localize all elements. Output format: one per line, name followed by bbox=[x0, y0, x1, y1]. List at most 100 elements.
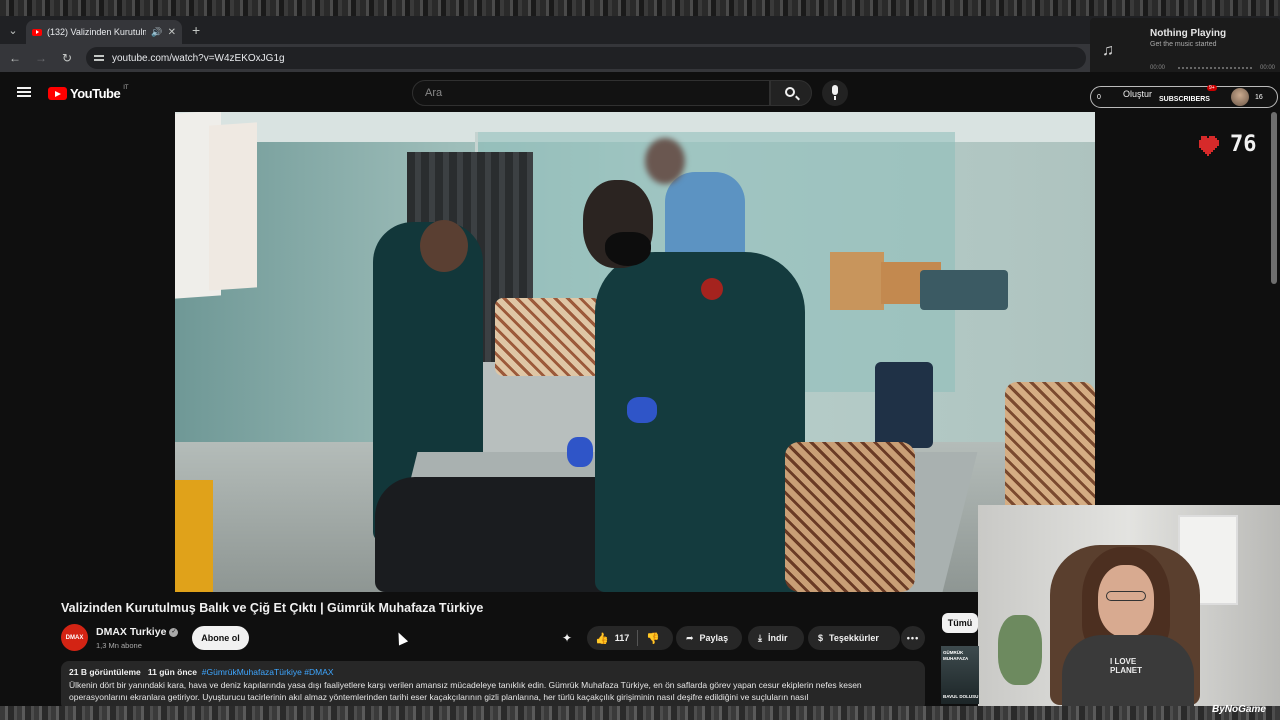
create-button[interactable]: Oluştur bbox=[1123, 89, 1152, 99]
video-scene-officer bbox=[595, 252, 805, 592]
tab-search-chevron-icon[interactable]: ⌄ bbox=[0, 24, 26, 37]
webcam-background-plant bbox=[998, 615, 1042, 685]
download-icon: ⤓ bbox=[758, 632, 762, 643]
youtube-play-logo-icon bbox=[48, 87, 67, 100]
webcam-person-face bbox=[1098, 565, 1154, 637]
channel-name-link[interactable]: DMAX Turkiye ✓ bbox=[96, 626, 179, 638]
tab-title: (132) Valizinden Kurutulmu bbox=[47, 27, 147, 37]
video-title: Valizinden Kurutulmuş Balık ve Çiğ Et Çı… bbox=[61, 601, 484, 615]
verified-check-icon: ✓ bbox=[169, 627, 179, 637]
video-scene-poster bbox=[209, 122, 257, 291]
mouse-cursor-icon bbox=[393, 630, 409, 646]
webcam-overlay: I LOVE PLANET bbox=[978, 505, 1280, 706]
voice-search-mic-icon[interactable] bbox=[822, 80, 848, 106]
music-time-current: 00:00 bbox=[1150, 65, 1166, 71]
search-icon bbox=[785, 87, 795, 97]
download-button[interactable]: ⤓ İndir bbox=[748, 626, 804, 650]
subscribers-label: SUBSCRIBERS bbox=[1159, 96, 1210, 103]
description-box[interactable]: 21 B görüntüleme 11 gün önce #GümrükMuha… bbox=[61, 661, 925, 711]
video-scene-glove bbox=[627, 397, 657, 423]
video-scene-bag bbox=[785, 442, 915, 592]
webcam-shirt-text-line2: PLANET bbox=[1110, 666, 1142, 675]
music-progress-bar bbox=[1178, 67, 1254, 69]
youtube-logo[interactable]: YouTube IT bbox=[48, 84, 129, 101]
upload-age: 11 gün önce bbox=[147, 667, 198, 677]
overlay-right-count: 16 bbox=[1255, 94, 1263, 101]
menu-hamburger-icon[interactable] bbox=[17, 87, 31, 89]
share-arrow-icon: ➦ bbox=[686, 632, 694, 643]
stream-border-top bbox=[0, 0, 1280, 16]
video-scene-suitcase bbox=[920, 270, 1008, 310]
music-note-icon: ♫ bbox=[1102, 42, 1114, 59]
ask-sparkle-icon[interactable]: ✦ bbox=[562, 631, 572, 645]
music-subtitle: Get the music started bbox=[1150, 41, 1217, 48]
video-scene-blurred-face bbox=[645, 138, 685, 184]
subscribe-button[interactable]: Abone ol bbox=[192, 626, 249, 650]
speaker-icon[interactable]: 🔊 bbox=[151, 27, 162, 38]
channel-name: DMAX Turkiye bbox=[96, 626, 167, 638]
youtube-logo-region: IT bbox=[123, 84, 129, 91]
webcam-person-glasses bbox=[1106, 591, 1146, 601]
thumbnail-text: GÜMRÜK bbox=[943, 650, 964, 655]
stream-side-panel bbox=[1095, 112, 1280, 504]
streamer-watermark: ByNoGame bbox=[1212, 704, 1266, 715]
thumbnail-text: MUHAFAZA bbox=[943, 656, 969, 661]
share-button[interactable]: ➦ Paylaş bbox=[676, 626, 742, 650]
channel-avatar[interactable]: DMAX bbox=[61, 624, 88, 651]
reload-icon[interactable]: ↻ bbox=[60, 51, 74, 65]
more-actions-button[interactable]: ••• bbox=[901, 626, 925, 650]
screen: ⌄ (132) Valizinden Kurutulmu 🔊 ✕ + ← → ↻… bbox=[0, 0, 1280, 720]
description-text: Ülkenin dört bir yanındaki kara, hava ve… bbox=[69, 680, 862, 702]
channel-subscriber-count: 1,3 Mn abone bbox=[96, 641, 142, 650]
video-scene-mask bbox=[605, 232, 651, 266]
description-stats: 21 B görüntüleme 11 gün önce #GümrükMuha… bbox=[69, 667, 917, 677]
music-time-total: 00:00 bbox=[1260, 65, 1276, 71]
search-input[interactable]: Ara bbox=[412, 80, 770, 106]
view-count: 21 B görüntüleme bbox=[69, 667, 141, 677]
subscriber-overlay: 0 Oluştur SUBSCRIBERS 9+ 16 bbox=[1090, 85, 1278, 108]
overlay-left-count: 0 bbox=[1097, 94, 1101, 101]
forward-arrow-icon[interactable]: → bbox=[34, 51, 48, 65]
share-label: Paylaş bbox=[699, 633, 729, 643]
like-count[interactable]: 117 bbox=[615, 633, 630, 643]
video-scene-flag-patch bbox=[701, 278, 723, 300]
recommended-video-thumbnail[interactable]: GÜMRÜK MUHAFAZA BAVUL DOLUSU bbox=[941, 646, 979, 704]
thanks-button[interactable]: $ Teşekkürler bbox=[808, 626, 900, 650]
hashtag-links[interactable]: #GümrükMuhafazaTürkiye #DMAX bbox=[202, 667, 334, 677]
page-scrollbar[interactable] bbox=[1271, 112, 1277, 284]
close-tab-icon[interactable]: ✕ bbox=[168, 27, 176, 38]
webcam-shirt-text: I LOVE PLANET bbox=[1110, 657, 1142, 675]
browser-toolbar: ← → ↻ youtube.com/watch?v=W4zEKOxJG1g bbox=[0, 44, 1280, 72]
download-label: İndir bbox=[767, 633, 788, 643]
video-scene-box bbox=[830, 252, 884, 310]
like-divider bbox=[637, 630, 639, 646]
thumbnail-text: BAVUL DOLUSU bbox=[943, 694, 979, 699]
search-button[interactable] bbox=[770, 80, 812, 106]
heart-shape bbox=[1199, 136, 1219, 156]
video-scene-suitcase bbox=[875, 362, 933, 448]
video-player[interactable] bbox=[175, 112, 1095, 592]
address-bar[interactable]: youtube.com/watch?v=W4zEKOxJG1g bbox=[86, 47, 1086, 69]
back-arrow-icon[interactable]: ← bbox=[8, 51, 22, 65]
like-dislike-group: 👍 117 👎 bbox=[587, 626, 673, 650]
youtube-logo-text: YouTube bbox=[70, 86, 121, 101]
site-settings-icon[interactable] bbox=[94, 53, 104, 63]
youtube-header: YouTube IT Ara bbox=[0, 72, 1280, 112]
browser-tab-active[interactable]: (132) Valizinden Kurutulmu 🔊 ✕ bbox=[26, 20, 182, 44]
browser-tab-bar: ⌄ (132) Valizinden Kurutulmu 🔊 ✕ + bbox=[0, 16, 1280, 44]
thanks-dollar-icon: $ bbox=[818, 633, 824, 643]
filter-chip-all[interactable]: Tümü bbox=[942, 613, 978, 633]
heart-icon bbox=[1199, 136, 1219, 156]
youtube-favicon-icon bbox=[32, 28, 42, 36]
music-widget: ♫ Nothing Playing Get the music started … bbox=[1090, 18, 1280, 76]
like-icon[interactable]: 👍 bbox=[595, 632, 609, 645]
video-scene-head bbox=[420, 220, 468, 272]
thanks-label: Teşekkürler bbox=[829, 633, 879, 643]
dislike-icon[interactable]: 👎 bbox=[646, 632, 660, 645]
account-avatar[interactable] bbox=[1231, 88, 1249, 106]
webcam-shirt-text-line1: I LOVE bbox=[1110, 657, 1137, 666]
video-scene-yellow-object bbox=[175, 480, 213, 592]
stream-border-bottom bbox=[0, 706, 1280, 720]
new-tab-icon[interactable]: + bbox=[192, 22, 200, 38]
notification-badge: 9+ bbox=[1207, 85, 1217, 91]
